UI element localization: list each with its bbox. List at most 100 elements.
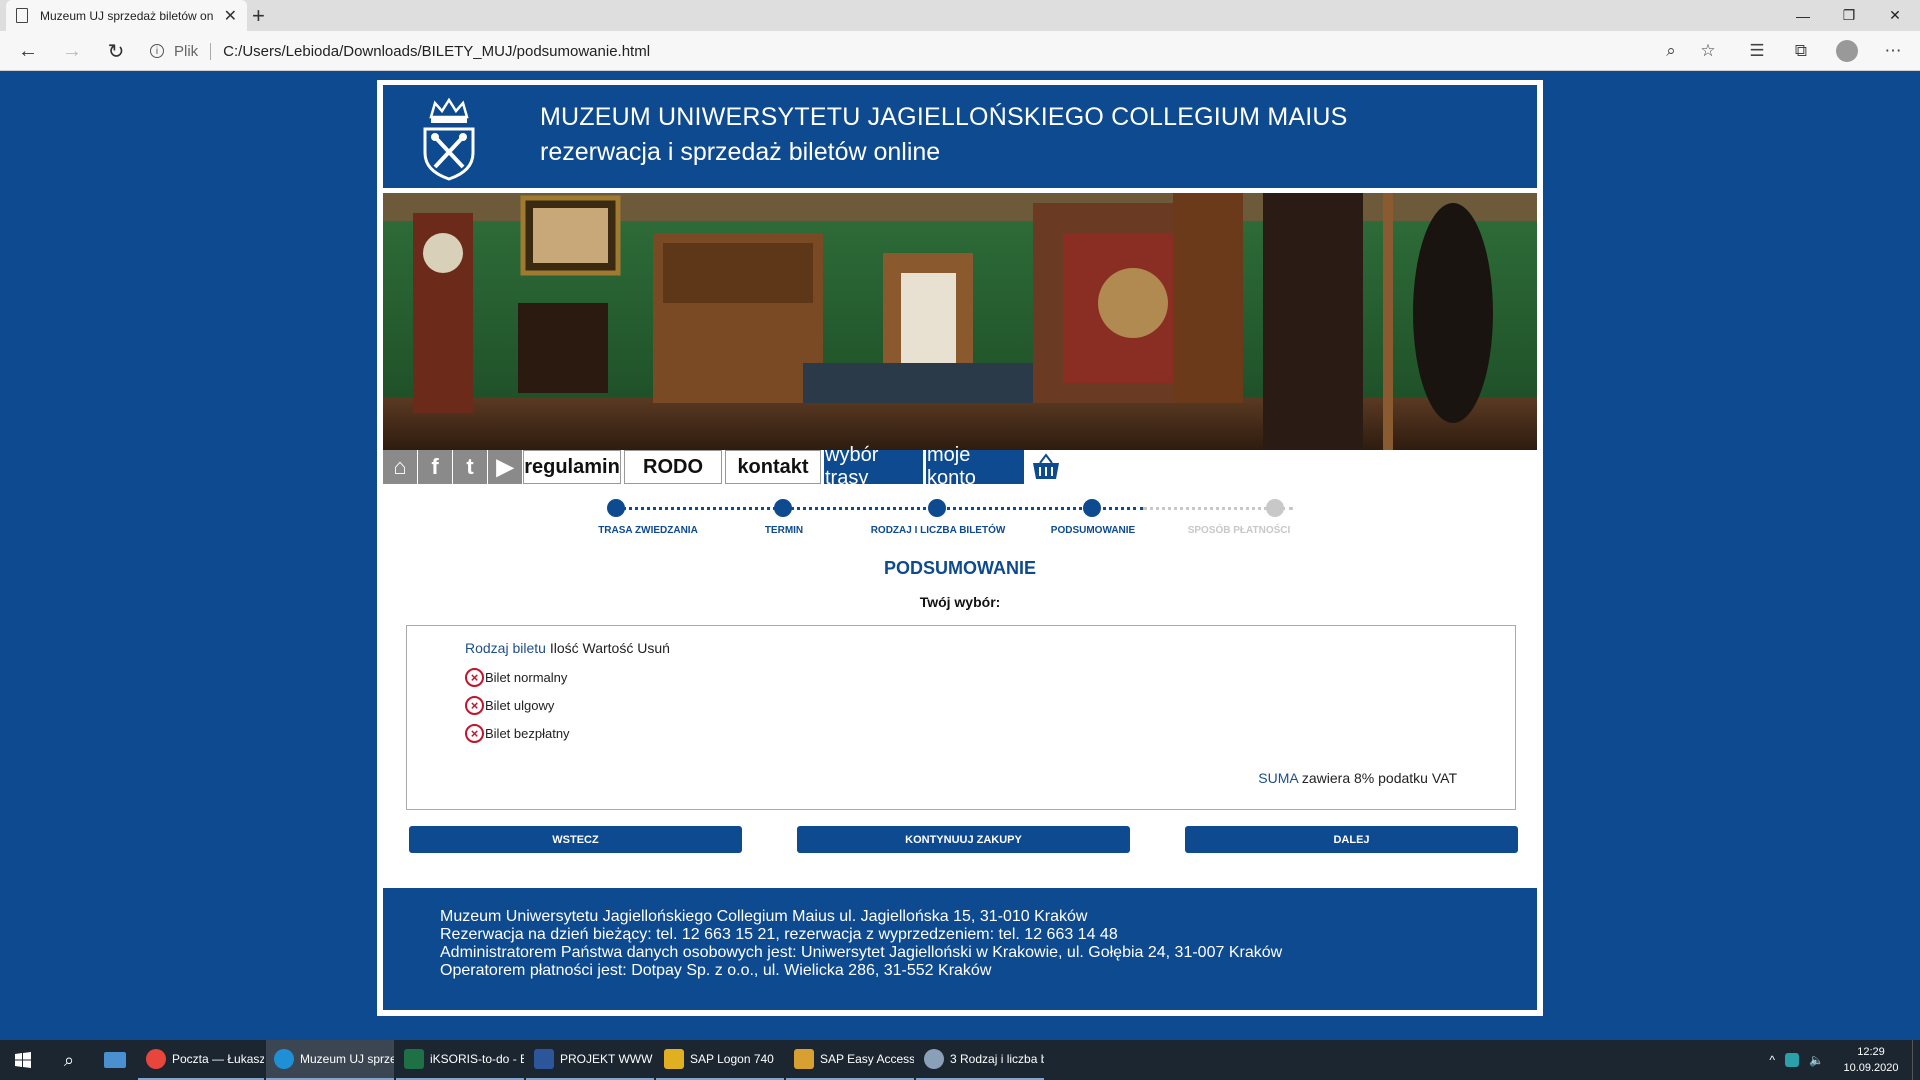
document-icon	[16, 8, 28, 23]
continue-shopping-button[interactable]: KONTYNUUJ ZAKUPY	[797, 826, 1130, 853]
ticket-name: Bilet bezpłatny	[485, 726, 570, 741]
remove-icon[interactable]: ×	[465, 724, 484, 743]
taskbar-item-chrome[interactable]: Poczta — Łukasz Le...	[138, 1040, 264, 1080]
restore-icon[interactable]: ❐	[1826, 0, 1872, 31]
edge-icon	[274, 1049, 294, 1069]
taskbar-item-label: iKSORIS-to-do - Ex...	[430, 1052, 524, 1066]
close-tab-icon[interactable]: ✕	[224, 6, 237, 26]
taskbar-item-excel[interactable]: iKSORIS-to-do - Ex...	[396, 1040, 524, 1080]
home-icon[interactable]: ⌂	[383, 450, 417, 484]
new-tab-icon[interactable]: +	[252, 3, 265, 29]
forward-arrow-icon[interactable]: →	[54, 31, 90, 71]
facebook-icon[interactable]: f	[418, 450, 452, 484]
footer-data-admin: Administratorem Państwa danych osobowych…	[440, 944, 1283, 961]
ticket-name: Bilet normalny	[485, 670, 568, 685]
pinned-app-icon[interactable]	[92, 1040, 138, 1080]
step-dot-4	[1083, 499, 1101, 517]
site-subtitle: rezerwacja i sprzedaż biletów online	[540, 138, 941, 166]
browser-toolbar: ← → ↻ i Plik C:/Users/Lebioda/Downloads/…	[0, 31, 1920, 71]
menu-kontakt[interactable]: kontakt	[725, 450, 821, 484]
notifications-icon[interactable]	[1912, 1040, 1920, 1080]
clock-date: 10.09.2020	[1843, 1062, 1899, 1074]
ticket-name: Bilet ulgowy	[485, 698, 555, 713]
info-icon[interactable]: i	[150, 44, 164, 58]
zoom-icon[interactable]: ⌕	[1656, 31, 1686, 71]
chrome-icon	[146, 1049, 166, 1069]
taskbar-item-edge[interactable]: Muzeum UJ sprzed...	[266, 1040, 394, 1080]
step-label-3: RODZAJ I LICZBA BILETÓW	[870, 525, 1006, 536]
step-label-5: SPOSÓB PŁATNOŚCI	[1187, 525, 1291, 536]
browser-tab-bar: Muzeum UJ sprzedaż biletów on ✕ + — ❐ ✕	[0, 0, 1920, 31]
app-tray-icon[interactable]	[1785, 1053, 1800, 1067]
tab-title: Muzeum UJ sprzedaż biletów on	[40, 8, 214, 23]
choice-heading: Twój wybór:	[919, 594, 1001, 610]
windows-start-icon[interactable]	[0, 1040, 46, 1080]
next-button[interactable]: DALEJ	[1185, 826, 1518, 853]
youtube-play-icon[interactable]: ▶	[488, 450, 522, 484]
address-bar[interactable]: i Plik C:/Users/Lebioda/Downloads/BILETY…	[150, 36, 1720, 66]
address-scheme: Plik	[174, 42, 212, 60]
profile-icon[interactable]	[1832, 31, 1862, 71]
page-container: MUZEUM UNIWERSYTETU JAGIELLOŃSKIEGO COLL…	[377, 80, 1543, 1016]
page-title: PODSUMOWANIE	[883, 558, 1036, 578]
favorites-list-icon[interactable]: ☰	[1742, 31, 1772, 71]
favorite-star-icon[interactable]: ☆	[1693, 31, 1723, 71]
basket-icon[interactable]	[1029, 450, 1063, 484]
collections-icon[interactable]: ⧉	[1786, 31, 1816, 71]
steps-line-done	[616, 507, 1143, 510]
clock[interactable]: 12:29 10.09.2020	[1836, 1044, 1906, 1076]
taskbar-item-label: PROJEKT WWW - ...	[560, 1052, 654, 1066]
back-button[interactable]: WSTECZ	[409, 826, 742, 853]
sap-easy-access-icon	[794, 1049, 814, 1069]
close-window-icon[interactable]: ✕	[1872, 0, 1918, 31]
site-footer: Muzeum Uniwersytetu Jagiellońskiego Coll…	[383, 888, 1537, 1010]
remove-icon[interactable]: ×	[465, 668, 484, 687]
menu-regulamin[interactable]: regulamin	[523, 450, 621, 484]
menu-rodo[interactable]: RODO	[624, 450, 722, 484]
summary-table: Rodzaj biletu Ilość Wartość Usuń × Bilet…	[406, 625, 1516, 810]
footer-phones: Rezerwacja na dzień bieżący: tel. 12 663…	[440, 926, 1118, 943]
refresh-icon[interactable]: ↻	[98, 31, 134, 71]
taskbar-item-label: SAP Easy Access PR...	[820, 1052, 914, 1066]
table-header: Rodzaj biletu Ilość Wartość Usuń	[465, 640, 670, 656]
remove-icon[interactable]: ×	[465, 696, 484, 715]
step-dot-1	[607, 499, 625, 517]
menu-wybor-trasy[interactable]: wybór trasy	[824, 444, 923, 489]
address-url[interactable]: C:/Users/Lebioda/Downloads/BILETY_MUJ/po…	[223, 43, 650, 60]
paint-icon	[924, 1049, 944, 1069]
system-tray: ^ 🔈 12:29 10.09.2020	[1769, 1040, 1920, 1080]
minimize-icon[interactable]: —	[1780, 0, 1826, 31]
search-icon[interactable]: ⌕	[46, 1040, 92, 1080]
step-label-4: PODSUMOWANIE	[1050, 525, 1136, 536]
twitter-icon[interactable]: t	[453, 450, 487, 484]
show-hidden-icons-icon[interactable]: ^	[1769, 1053, 1775, 1067]
taskbar-item-label: Muzeum UJ sprzed...	[300, 1052, 394, 1066]
site-title: MUZEUM UNIWERSYTETU JAGIELLOŃSKIEGO COLL…	[540, 103, 1348, 131]
back-arrow-icon[interactable]: ←	[10, 31, 46, 71]
browser-tab[interactable]: Muzeum UJ sprzedaż biletów on ✕	[6, 0, 247, 31]
sum-link[interactable]: SUMA	[1258, 770, 1298, 786]
table-row: × Bilet ulgowy	[465, 696, 554, 715]
more-menu-icon[interactable]: ⋯	[1878, 31, 1908, 71]
col-rest: Ilość Wartość Usuń	[549, 640, 670, 656]
footer-address: Muzeum Uniwersytetu Jagiellońskiego Coll…	[440, 908, 1088, 925]
taskbar-item-sap-easy-access[interactable]: SAP Easy Access PR...	[786, 1040, 914, 1080]
taskbar-item-label: Poczta — Łukasz Le...	[172, 1052, 264, 1066]
taskbar-item-label: 3 Rodzaj i liczba bil...	[950, 1052, 1044, 1066]
word-icon	[534, 1049, 554, 1069]
menu-moje-konto[interactable]: moje konto	[926, 444, 1024, 489]
col-ticket-type[interactable]: Rodzaj biletu	[465, 640, 546, 656]
clock-time: 12:29	[1857, 1046, 1885, 1058]
site-header: MUZEUM UNIWERSYTETU JAGIELLOŃSKIEGO COLL…	[383, 85, 1537, 188]
main-menu: ⌂ f t ▶ regulamin RODO kontakt wybór tra…	[383, 444, 1063, 489]
progress-steps: TRASA ZWIEDZANIA TERMIN RODZAJ I LICZBA …	[598, 497, 1293, 537]
table-row: × Bilet normalny	[465, 668, 567, 687]
taskbar-item-label: SAP Logon 740	[690, 1052, 774, 1066]
volume-icon[interactable]: 🔈	[1809, 1053, 1824, 1067]
taskbar-item-word[interactable]: PROJEKT WWW - ...	[526, 1040, 654, 1080]
museum-interior-photo	[383, 193, 1537, 450]
taskbar-item-sap-logon[interactable]: SAP Logon 740	[656, 1040, 784, 1080]
step-dot-2	[774, 499, 792, 517]
table-row: × Bilet bezpłatny	[465, 724, 570, 743]
taskbar-item-paint[interactable]: 3 Rodzaj i liczba bil...	[916, 1040, 1044, 1080]
